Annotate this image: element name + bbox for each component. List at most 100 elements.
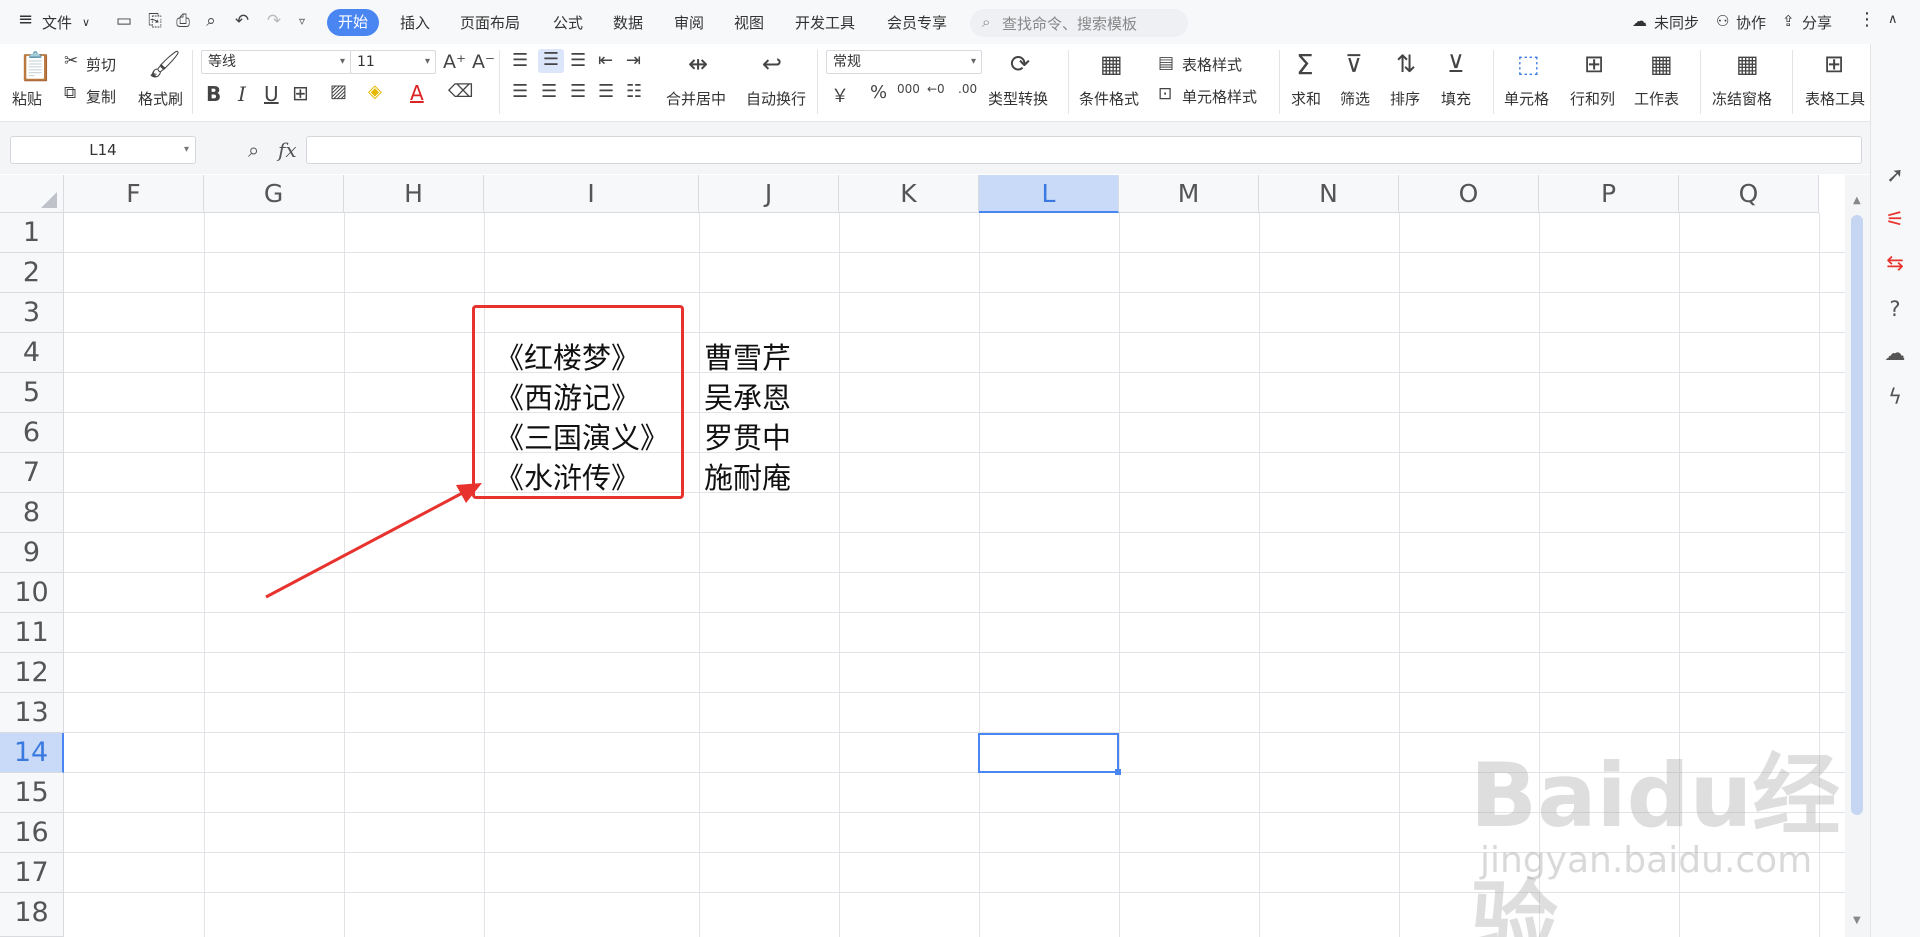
row-header-9[interactable]: 9	[0, 533, 64, 573]
font-size-select[interactable]: 11 ▾	[350, 50, 436, 74]
sync-status[interactable]: 未同步	[1654, 12, 1699, 33]
decrease-decimal-icon[interactable]: .00	[958, 82, 977, 96]
col-header-O[interactable]: O	[1399, 175, 1539, 213]
col-header-K[interactable]: K	[839, 175, 979, 213]
eraser-icon[interactable]: ⌫	[448, 81, 473, 102]
copy-icon[interactable]: ⧉	[64, 83, 76, 103]
row-header-18[interactable]: 18	[0, 893, 64, 937]
sum-icon[interactable]: Σ	[1296, 48, 1314, 81]
filter-button[interactable]: 筛选	[1340, 88, 1370, 109]
share-button[interactable]: 分享	[1802, 12, 1832, 33]
row-header-13[interactable]: 13	[0, 693, 64, 733]
col-header-Q[interactable]: Q	[1679, 175, 1819, 213]
row-header-10[interactable]: 10	[0, 573, 64, 613]
row-header-16[interactable]: 16	[0, 813, 64, 853]
highlight-icon[interactable]: ◈	[368, 81, 382, 102]
print-icon[interactable]: ⎙	[173, 11, 193, 31]
distribute-icon[interactable]: ☷	[626, 81, 642, 102]
row-header-11[interactable]: 11	[0, 613, 64, 653]
settings-sliders-icon[interactable]: ⚟	[1880, 204, 1910, 234]
copy-button[interactable]: 复制	[86, 86, 116, 107]
more-options-icon[interactable]: ⋮	[1858, 9, 1876, 30]
fill-handle[interactable]	[1115, 769, 1121, 775]
sheet-button[interactable]: 工作表	[1634, 88, 1679, 109]
tab-member[interactable]: 会员专享	[887, 12, 947, 33]
col-header-J[interactable]: J	[699, 175, 839, 213]
tab-page-layout[interactable]: 页面布局	[460, 12, 520, 33]
row-header-15[interactable]: 15	[0, 773, 64, 813]
file-menu[interactable]: 文件	[42, 12, 72, 33]
fx-icon[interactable]: fx	[278, 138, 297, 162]
row-header-1[interactable]: 1	[0, 213, 64, 253]
wrap-text-icon[interactable]: ↩	[762, 50, 782, 78]
cell-J6[interactable]: 罗贯中	[704, 415, 791, 457]
row-header-4[interactable]: 4	[0, 333, 64, 373]
cell-J4[interactable]: 曹雪芹	[704, 335, 791, 377]
increase-indent-icon[interactable]: ⇥	[626, 50, 641, 71]
sort-button[interactable]: 排序	[1390, 88, 1420, 109]
cond-format-icon[interactable]: ▦	[1100, 50, 1123, 78]
scissors-icon[interactable]: ✂	[64, 51, 78, 71]
formula-input[interactable]	[306, 136, 1862, 164]
format-painter-icon[interactable]: 🖌	[148, 50, 181, 80]
table-tools-button[interactable]: 表格工具	[1805, 88, 1865, 109]
font-name-select[interactable]: 等线 ▾	[201, 50, 351, 74]
col-header-I[interactable]: I	[484, 175, 699, 213]
help-icon[interactable]: ?	[1880, 294, 1910, 324]
chevron-down-icon[interactable]: ∨	[82, 16, 90, 29]
row-header-8[interactable]: 8	[0, 493, 64, 533]
transform-icon[interactable]: ⇆	[1880, 248, 1910, 278]
currency-button[interactable]: ￥	[831, 82, 849, 108]
name-box[interactable]: L14 ▾	[10, 136, 196, 164]
italic-button[interactable]: I	[238, 82, 246, 106]
tab-view[interactable]: 视图	[734, 12, 764, 33]
align-right-icon[interactable]: ☰	[570, 81, 586, 102]
decrease-indent-icon[interactable]: ⇤	[598, 50, 613, 71]
table-style-icon[interactable]: ▤	[1158, 53, 1174, 73]
increase-decimal-icon[interactable]: ←0	[927, 82, 945, 96]
row-header-17[interactable]: 17	[0, 853, 64, 893]
row-header-7[interactable]: 7	[0, 453, 64, 493]
tab-review[interactable]: 审阅	[674, 12, 704, 33]
fill-color-icon[interactable]: ▨	[330, 81, 347, 102]
cell-J5[interactable]: 吴承恩	[704, 375, 791, 417]
format-painter-button[interactable]: 格式刷	[138, 88, 183, 109]
cell-style-button[interactable]: 单元格样式	[1182, 86, 1257, 107]
col-header-H[interactable]: H	[344, 175, 484, 213]
align-bottom-icon[interactable]: ☰	[570, 50, 586, 71]
row-header-5[interactable]: 5	[0, 373, 64, 413]
align-left-icon[interactable]: ☰	[512, 81, 528, 102]
active-cell-L14[interactable]	[978, 733, 1121, 775]
select-all-corner[interactable]	[0, 175, 64, 213]
tab-insert[interactable]: 插入	[400, 12, 430, 33]
collab-button[interactable]: 协作	[1736, 12, 1766, 33]
backup-icon[interactable]: ☁	[1880, 338, 1910, 368]
row-header-3[interactable]: 3	[0, 293, 64, 333]
col-header-M[interactable]: M	[1119, 175, 1259, 213]
vertical-scrollbar[interactable]: ▲ ▼	[1845, 175, 1870, 937]
row-col-button[interactable]: 行和列	[1570, 88, 1615, 109]
col-header-N[interactable]: N	[1259, 175, 1399, 213]
paste-icon[interactable]: 📋	[18, 50, 53, 83]
table-style-button[interactable]: 表格样式	[1182, 54, 1242, 75]
more-icon[interactable]: ▿	[292, 11, 312, 31]
row-header-2[interactable]: 2	[0, 253, 64, 293]
scroll-up-icon[interactable]: ▲	[1853, 195, 1861, 206]
scroll-down-icon[interactable]: ▼	[1853, 915, 1861, 926]
decrease-font-icon[interactable]: A⁻	[472, 51, 495, 73]
cursor-select-icon[interactable]: ➚	[1880, 160, 1910, 190]
freeze-button[interactable]: 冻结窗格	[1712, 88, 1772, 109]
number-format-select[interactable]: 常规 ▾	[826, 50, 982, 74]
align-middle-icon[interactable]: ☰	[538, 49, 564, 73]
scrollbar-thumb[interactable]	[1851, 215, 1863, 815]
bold-button[interactable]: B	[206, 82, 221, 106]
save-icon[interactable]: ▭	[114, 11, 134, 31]
cell-J7[interactable]: 施耐庵	[704, 455, 791, 497]
tab-data[interactable]: 数据	[613, 12, 643, 33]
sort-icon[interactable]: ⇅	[1396, 50, 1416, 78]
col-header-G[interactable]: G	[204, 175, 344, 213]
freeze-icon[interactable]: ▦	[1736, 50, 1759, 78]
fill-icon[interactable]: ⊻	[1447, 50, 1465, 78]
fill-button[interactable]: 填充	[1441, 88, 1471, 109]
percent-button[interactable]: %	[870, 82, 887, 103]
